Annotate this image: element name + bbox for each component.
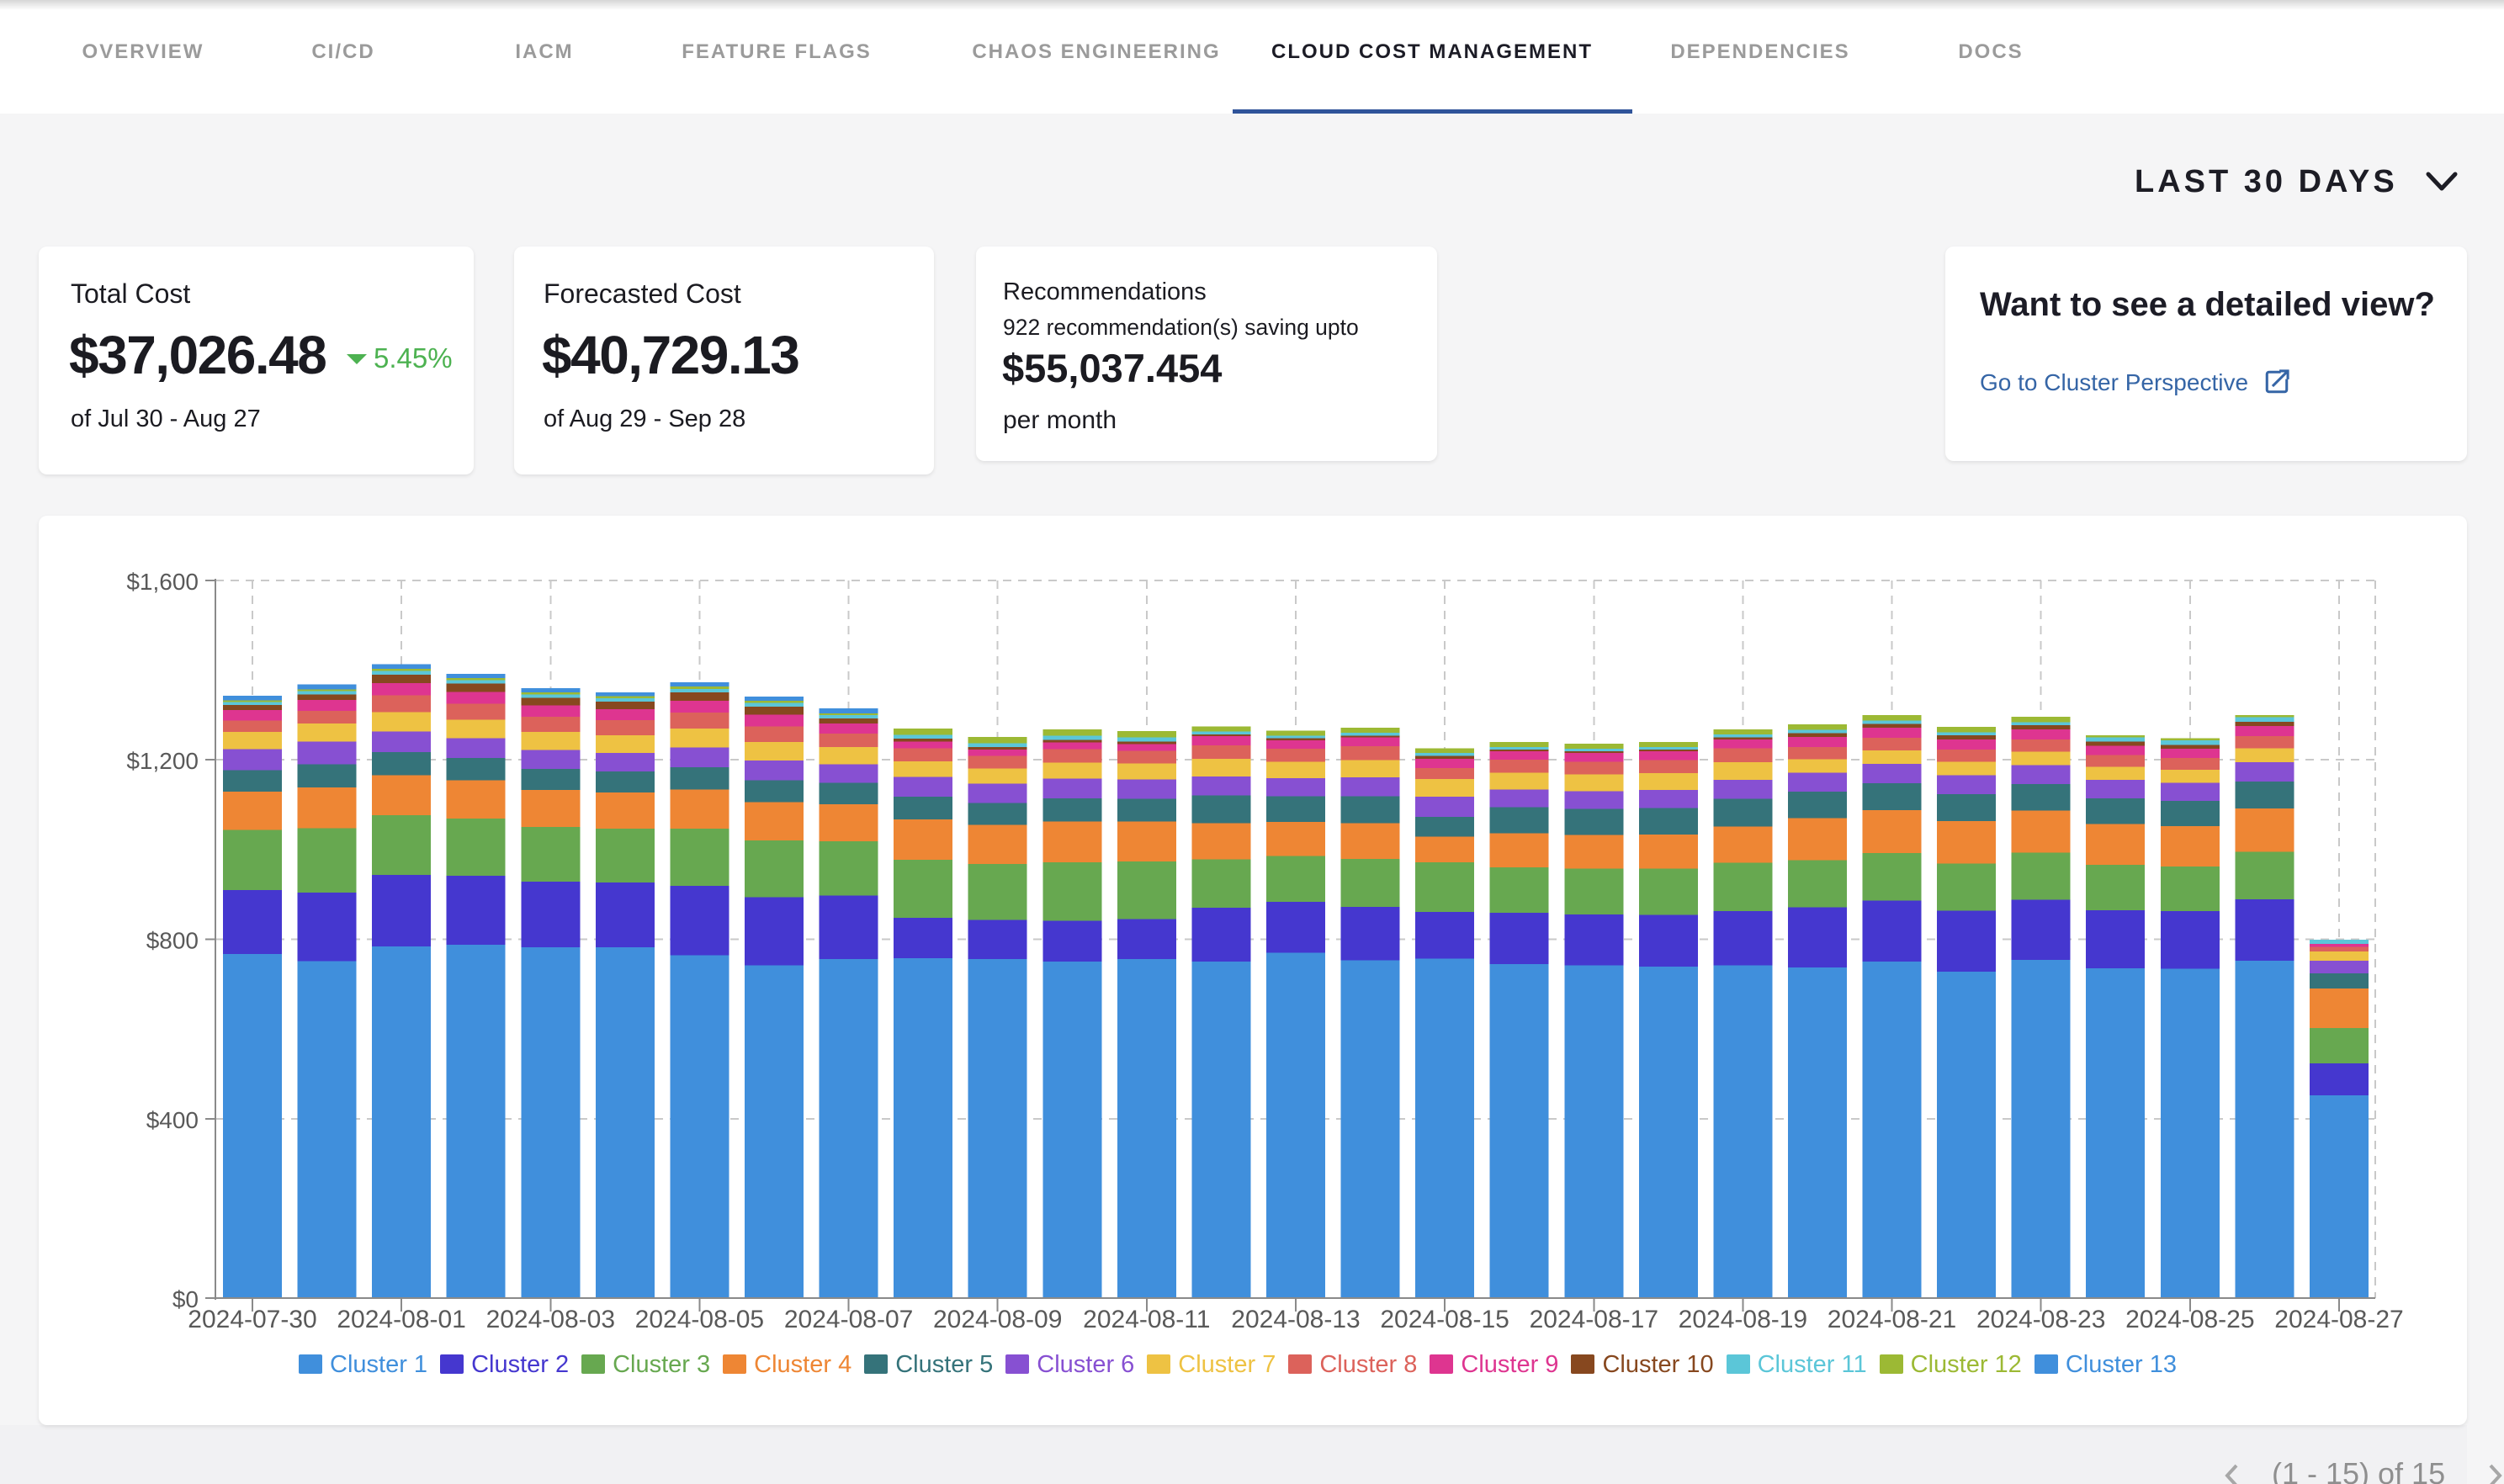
svg-text:2024-07-30: 2024-07-30 xyxy=(188,1306,316,1333)
svg-text:2024-08-01: 2024-08-01 xyxy=(337,1306,465,1333)
svg-text:2024-08-21: 2024-08-21 xyxy=(1828,1306,1956,1333)
svg-text:2024-08-25: 2024-08-25 xyxy=(2125,1306,2254,1333)
svg-text:$800: $800 xyxy=(146,928,199,954)
svg-text:2024-08-05: 2024-08-05 xyxy=(635,1306,764,1333)
svg-text:2024-08-13: 2024-08-13 xyxy=(1231,1306,1360,1333)
svg-text:2024-08-17: 2024-08-17 xyxy=(1530,1306,1658,1333)
svg-text:2024-08-19: 2024-08-19 xyxy=(1679,1306,1807,1333)
svg-text:$1,600: $1,600 xyxy=(126,569,199,595)
svg-text:2024-08-27: 2024-08-27 xyxy=(2274,1306,2403,1333)
svg-text:2024-08-09: 2024-08-09 xyxy=(933,1306,1062,1333)
svg-text:$1,200: $1,200 xyxy=(126,748,199,774)
svg-text:2024-08-03: 2024-08-03 xyxy=(486,1306,615,1333)
svg-text:2024-08-11: 2024-08-11 xyxy=(1083,1306,1210,1333)
svg-text:2024-08-15: 2024-08-15 xyxy=(1380,1306,1509,1333)
svg-text:$400: $400 xyxy=(146,1107,199,1133)
svg-text:2024-08-07: 2024-08-07 xyxy=(784,1306,913,1333)
svg-text:2024-08-23: 2024-08-23 xyxy=(1976,1306,2105,1333)
